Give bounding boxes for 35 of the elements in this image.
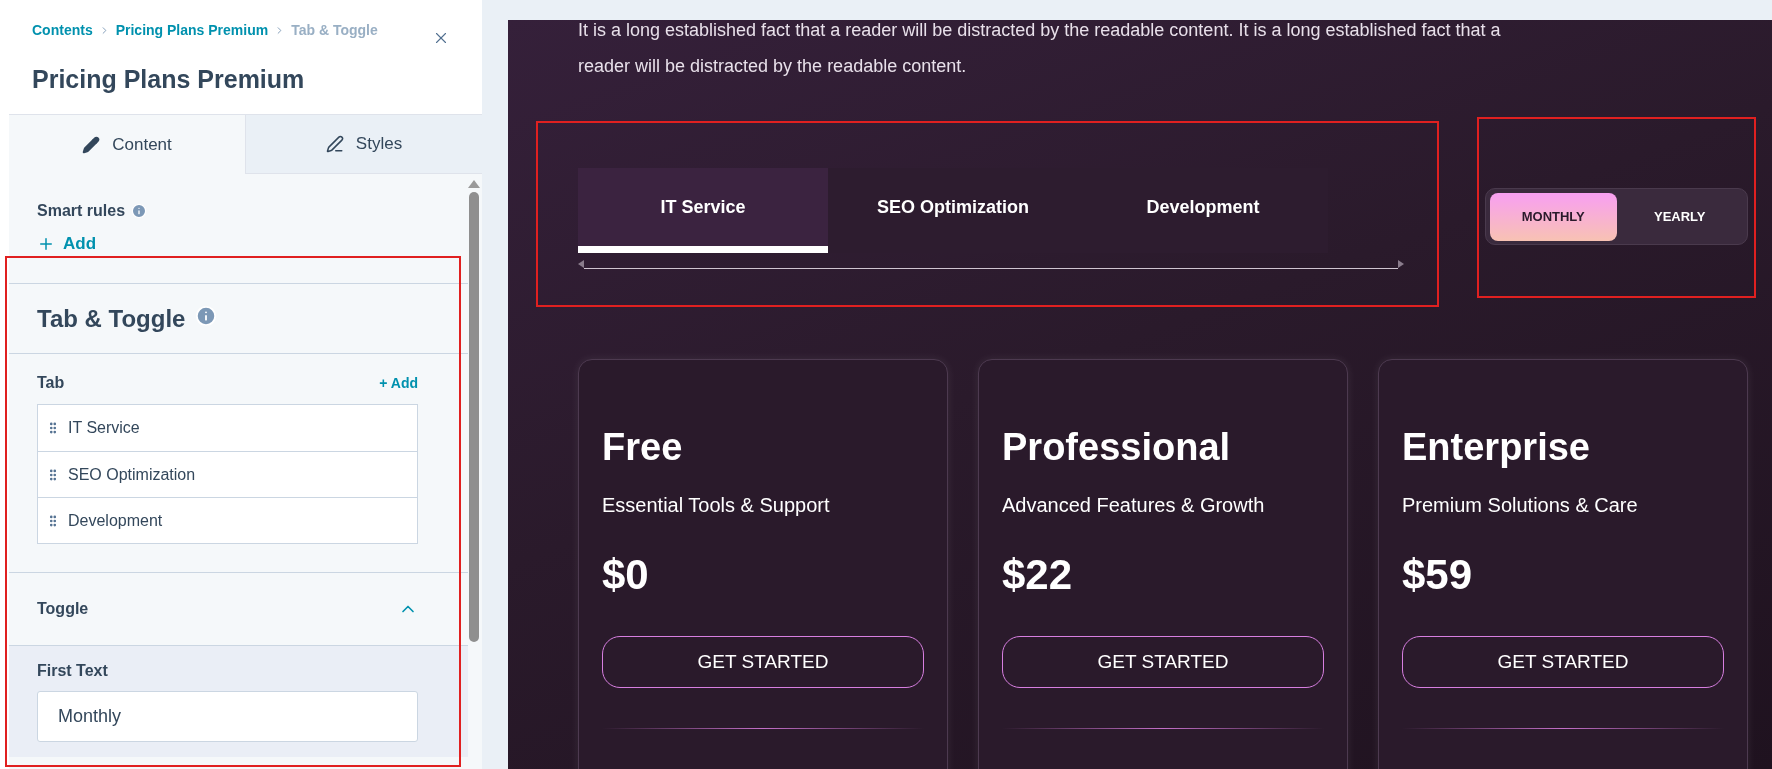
get-started-button[interactable]: GET STARTED	[602, 636, 924, 688]
panel-tab[interactable]: Styles	[245, 115, 482, 174]
breadcrumb-link[interactable]: Contents	[32, 20, 93, 41]
toggle-section-label: Toggle	[37, 599, 89, 619]
tab-list-item[interactable]: SEO Optimization	[38, 451, 417, 497]
module-title: Tab & Toggle	[37, 303, 186, 334]
field-label: First Text	[37, 661, 109, 681]
smart-rules-label: Smart rules	[37, 201, 126, 221]
intro-text: It is a long established fact that a reader will be distracted by the readable content. It is a long established fact that a reader will be distracted by the readable content.	[578, 20, 1502, 78]
plan-name: Free	[602, 425, 684, 470]
pen-icon	[325, 135, 344, 153]
plan-tab[interactable]: IT Service	[578, 168, 828, 253]
get-started-button[interactable]: GET STARTED	[1402, 636, 1724, 688]
plan-subtitle: Essential Tools & Support	[602, 493, 831, 518]
pencil-icon	[82, 135, 101, 154]
panel-title: Pricing Plans Premium	[32, 64, 306, 95]
info-icon	[195, 304, 218, 327]
tab-list-item[interactable]: IT Service	[38, 405, 417, 451]
tab-list-item[interactable]: Development	[38, 497, 417, 543]
billing-option[interactable]: MONTHLY	[1490, 192, 1617, 241]
plan-price: $22	[1002, 550, 1074, 600]
plan-name: Professional	[1002, 425, 1232, 470]
billing-toggle[interactable]: MONTHLY YEARLY	[1485, 188, 1748, 245]
plan-price: $0	[602, 550, 650, 600]
breadcrumb-link[interactable]: Pricing Plans Premium	[115, 20, 269, 41]
tab-list-label: Tab	[37, 373, 65, 393]
billing-option[interactable]: YEARLY	[1616, 192, 1743, 241]
plan-subtitle: Premium Solutions & Care	[1402, 493, 1639, 518]
get-started-button[interactable]: GET STARTED	[1002, 636, 1324, 688]
plan-price: $59	[1402, 550, 1474, 600]
plan-subtitle: Advanced Features & Growth	[1002, 493, 1266, 518]
tab-scrollbar[interactable]	[578, 259, 1404, 269]
plan-name: Enterprise	[1402, 425, 1591, 470]
first-text-field[interactable]: Monthly	[37, 691, 418, 742]
info-icon	[131, 203, 148, 219]
